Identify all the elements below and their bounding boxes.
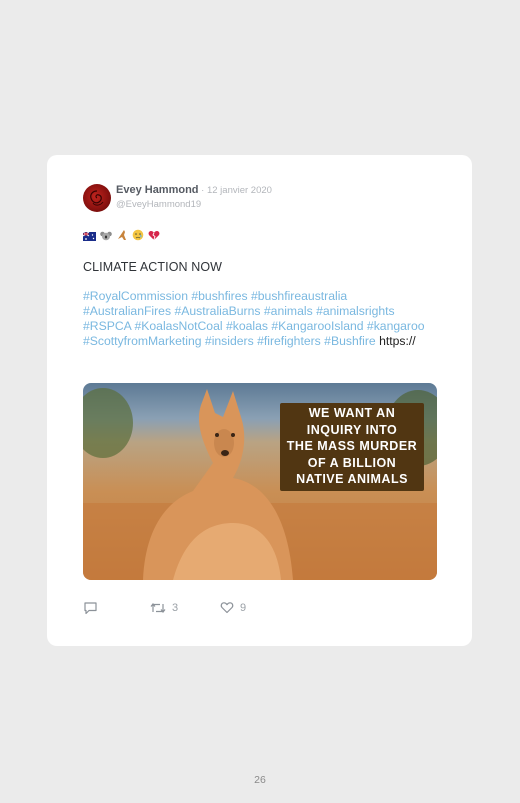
retweet-button[interactable]: 3 [150, 601, 178, 615]
hashtag-link[interactable]: #AustralianFires [83, 304, 171, 318]
rose-icon [90, 190, 104, 206]
image-caption-line: OF A BILLION [307, 455, 397, 470]
hashtag-link[interactable]: #firefighters [257, 334, 321, 348]
hashtag-link[interactable]: #KoalasNotCoal [135, 319, 223, 333]
image-caption-line: NATIVE ANIMALS [296, 472, 408, 486]
australia-flag-emoji [82, 231, 96, 245]
hashtag-link[interactable]: #animalsrights [316, 304, 395, 318]
hashtag-link[interactable]: #AustraliaBurns [174, 304, 260, 318]
author-handle[interactable]: @EveyHammond19 [116, 199, 201, 210]
hashtag-link[interactable]: #Bushfire [324, 334, 376, 348]
tweet-image[interactable]: WE WANT AN INQUIRY INTO THE MASS MURDER … [83, 383, 437, 580]
hashtag-link[interactable]: #ScottyfromMarketing [83, 334, 202, 348]
hashtag-link[interactable]: #animals [264, 304, 313, 318]
hashtag-link[interactable]: #koalas [226, 319, 268, 333]
crying-face-emoji [132, 229, 144, 245]
heart-icon [220, 602, 234, 614]
hashtag-link[interactable]: #bushfires [191, 289, 247, 303]
tweet-date: · 12 janvier 2020 [198, 185, 272, 196]
emoji-row [82, 229, 161, 245]
retweet-count: 3 [172, 602, 179, 614]
author-row: Evey Hammond · 12 janvier 2020 [116, 184, 272, 196]
author-name[interactable]: Evey Hammond [116, 184, 199, 196]
image-caption-line: WE WANT AN [308, 406, 396, 420]
broken-heart-emoji [148, 230, 160, 245]
hashtag-link[interactable]: #bushfireaustralia [251, 289, 347, 303]
page-number: 26 [254, 774, 266, 786]
tweet-card: Evey Hammond · 12 janvier 2020 @EveyHamm… [47, 155, 472, 646]
hashtag-block: #RoyalCommission #bushfires #bushfireaus… [83, 289, 433, 349]
hashtag-link[interactable]: #RoyalCommission [83, 289, 188, 303]
hashtag-link[interactable]: #RSPCA [83, 319, 131, 333]
hashtag-link[interactable]: #insiders [205, 334, 254, 348]
like-button[interactable]: 9 [220, 601, 246, 614]
hashtag-link[interactable]: #KangarooIsland [271, 319, 363, 333]
image-caption-line: THE MASS MURDER [286, 439, 418, 453]
reply-button[interactable] [83, 601, 98, 615]
tweet-text: CLIMATE ACTION NOW [83, 260, 223, 274]
tweet-actions: 3 9 [83, 601, 283, 617]
avatar[interactable] [83, 184, 111, 212]
hashtag-link[interactable]: #kangaroo [367, 319, 425, 333]
tweet-url-link[interactable]: https:// [379, 334, 416, 348]
kangaroo-emoji [116, 229, 128, 245]
like-count: 9 [240, 601, 247, 614]
retweet-icon [150, 603, 166, 613]
reply-icon [84, 602, 97, 615]
image-caption-line: INQUIRY INTO [306, 422, 398, 437]
image-caption-sign: WE WANT AN INQUIRY INTO THE MASS MURDER … [280, 403, 424, 491]
koala-emoji [100, 230, 112, 245]
